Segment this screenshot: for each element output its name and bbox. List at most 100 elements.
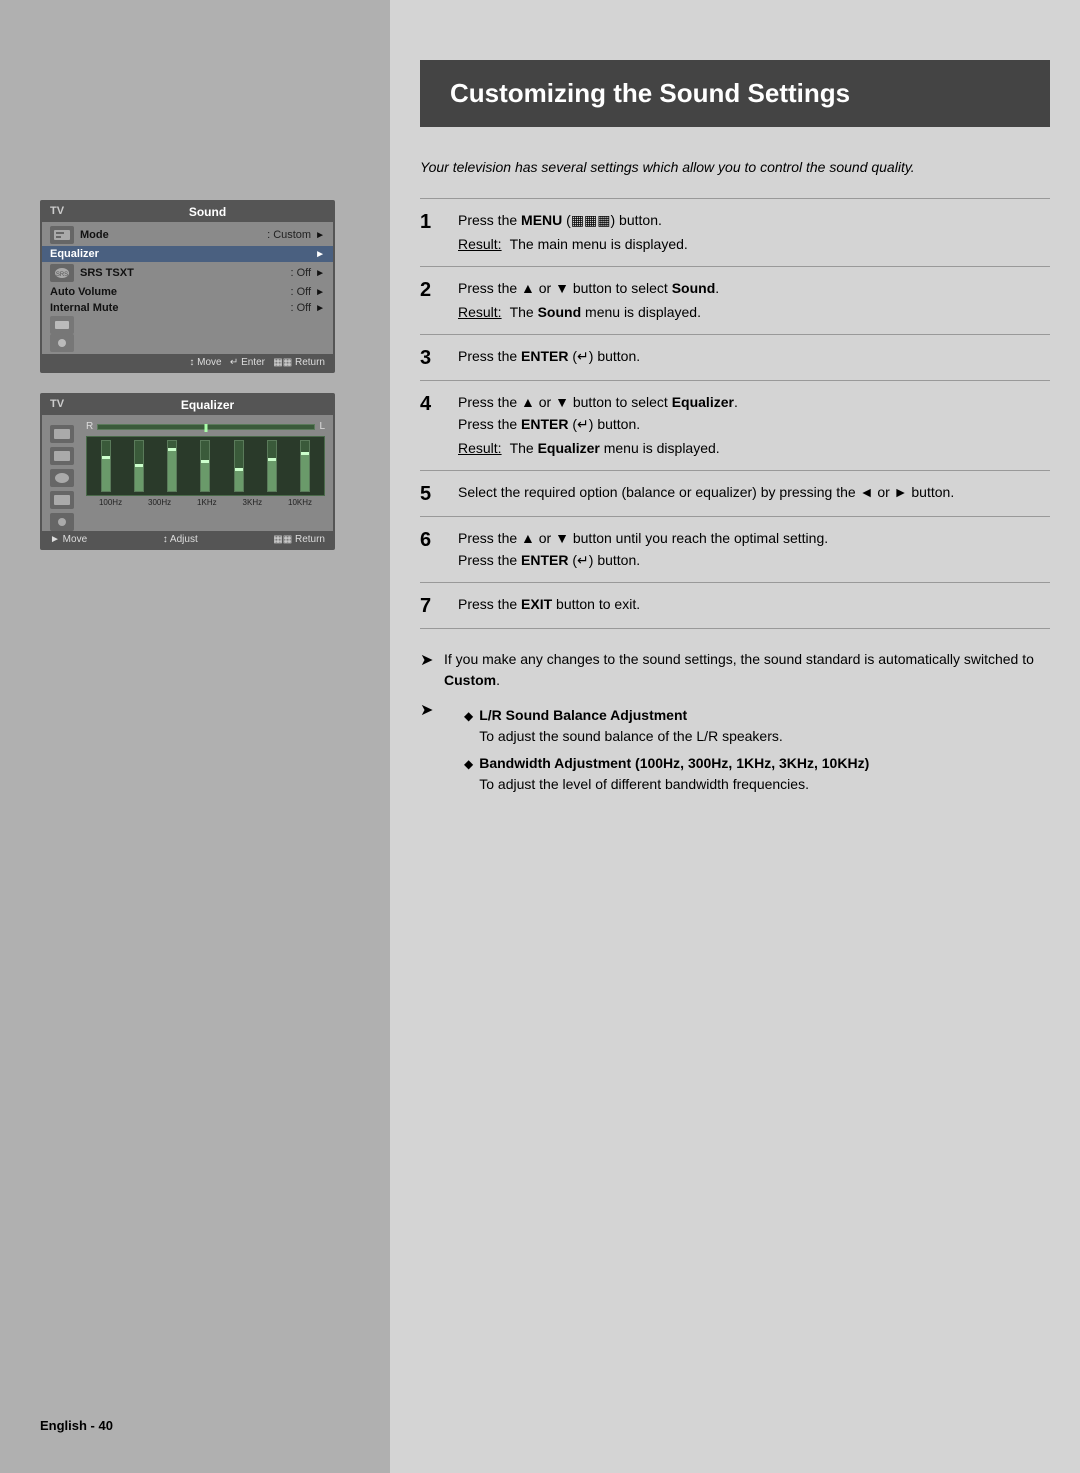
note-2-content: ◆ L/R Sound Balance AdjustmentTo adjust … [444, 699, 1050, 801]
eq-bar-fill-3 [168, 451, 176, 491]
tv-balance-r: R [86, 421, 93, 432]
bullet-bandwidth: ◆ Bandwidth Adjustment (100Hz, 300Hz, 1K… [464, 753, 1050, 795]
eq-bar-handle-5 [235, 468, 243, 471]
tv-row-autovol-arrow: ► [315, 287, 325, 298]
eq-bar-fill-2 [135, 467, 143, 491]
step-2-num: 2 [420, 277, 442, 324]
eq-bar-handle-6 [268, 458, 276, 461]
eq-bar-fill-4 [201, 463, 209, 491]
step-4-content: Press the ▲ or ▼ button to select Equali… [458, 391, 1050, 460]
eq-bar-4 [190, 440, 221, 492]
eq-bar-handle-1 [102, 456, 110, 459]
bullet-bw-text: Bandwidth Adjustment (100Hz, 300Hz, 1KHz… [479, 753, 869, 795]
tv-balance-marker [205, 424, 208, 432]
eq-bar-handle-2 [135, 464, 143, 467]
step-4-result-label: Result: [458, 437, 502, 459]
step-7: 7 Press the EXIT button to exit. [420, 582, 1050, 629]
eq-bar-track-5 [234, 440, 244, 492]
tv-screen1-footer: ↕ Move ↵ Enter ▦▦ Return [42, 354, 333, 371]
step-3-main: Press the ENTER (↵) button. [458, 345, 1050, 367]
eq-bar-track-2 [134, 440, 144, 492]
tv-screen2-title: Equalizer [90, 398, 325, 412]
eq-bar-track-1 [101, 440, 111, 492]
step-2-result: Result: The Sound menu is displayed. [458, 301, 1050, 323]
step-5-content: Select the required option (balance or e… [458, 481, 1050, 506]
step-4-num: 4 [420, 391, 442, 460]
step-2: 2 Press the ▲ or ▼ button to select Soun… [420, 266, 1050, 334]
intro-paragraph: Your television has several settings whi… [420, 157, 1050, 178]
freq-300hz: 300Hz [148, 498, 171, 507]
tv-eq-display-area: R L [86, 421, 325, 531]
step-2-main: Press the ▲ or ▼ button to select Sound. [458, 277, 1050, 299]
page-title: Customizing the Sound Settings [450, 78, 1020, 109]
tv-eq-icon2 [50, 447, 74, 465]
note-1-content: If you make any changes to the sound set… [444, 649, 1050, 691]
main-content: Customizing the Sound Settings Your tele… [390, 0, 1080, 1473]
tv-row-srs-value: : Off [291, 267, 312, 279]
tv-row-mode-value: : Custom [267, 229, 311, 241]
step-6-num: 6 [420, 527, 442, 572]
tv-icon-misc2 [50, 334, 74, 352]
bullet-diamond-1: ◆ [464, 707, 473, 747]
step-1-main: Press the MENU (▦▦▦) button. [458, 209, 1050, 231]
step-3-num: 3 [420, 345, 442, 370]
tv-screen2-footer-move: ► Move [50, 534, 87, 545]
eq-bar-7 [290, 440, 321, 492]
note-2: ➤ ◆ L/R Sound Balance AdjustmentTo adjus… [420, 699, 1050, 801]
step-1-content: Press the MENU (▦▦▦) button. Result: The… [458, 209, 1050, 256]
step-4-result-text: The Equalizer menu is displayed. [510, 437, 720, 459]
eq-bar-track-3 [167, 440, 177, 492]
tv-row-mute-label: Internal Mute [50, 302, 291, 314]
eq-bar-5 [223, 440, 254, 492]
tv-balance-row: R L [86, 421, 325, 432]
step-4: 4 Press the ▲ or ▼ button to select Equa… [420, 380, 1050, 470]
tv-screen1-header: TV Sound [42, 202, 333, 222]
step-1-num: 1 [420, 209, 442, 256]
tv-freq-labels: 100Hz 300Hz 1KHz 3KHz 10KHz [86, 498, 325, 507]
tv-screen2-footer-adjust: ↕ Adjust [163, 534, 198, 545]
freq-10khz: 10KHz [288, 498, 312, 507]
tv-screen1-body: Mode : Custom ► Equalizer ► SRS SRS TSXT… [42, 222, 333, 354]
step-6-main: Press the ▲ or ▼ button until you reach … [458, 527, 1050, 572]
eq-bar-track-4 [200, 440, 210, 492]
tv-icon-misc1 [50, 316, 74, 334]
tv-row-mute: Internal Mute : Off ► [42, 300, 333, 316]
step-1: 1 Press the MENU (▦▦▦) button. Result: T… [420, 198, 1050, 266]
step-7-content: Press the EXIT button to exit. [458, 593, 1050, 618]
tv-screen-sound: TV Sound Mode : Custom ► Equalizer ► [40, 200, 335, 373]
title-bar: Customizing the Sound Settings [420, 60, 1050, 127]
tv-icon-srs: SRS [50, 264, 74, 282]
bullet-list: ◆ L/R Sound Balance AdjustmentTo adjust … [464, 705, 1050, 795]
tv-row-eq-arrow: ► [315, 249, 325, 260]
tv-eq-icon5 [50, 513, 74, 531]
eq-bar-fill-7 [301, 455, 309, 491]
step-2-result-label: Result: [458, 301, 502, 323]
eq-bar-6 [256, 440, 287, 492]
svg-text:SRS: SRS [56, 272, 68, 278]
eq-bar-1 [90, 440, 121, 492]
tv-row-autovol-label: Auto Volume [50, 286, 291, 298]
step-6-content: Press the ▲ or ▼ button until you reach … [458, 527, 1050, 572]
bullet-lr-balance: ◆ L/R Sound Balance AdjustmentTo adjust … [464, 705, 1050, 747]
step-2-content: Press the ▲ or ▼ button to select Sound.… [458, 277, 1050, 324]
step-5-num: 5 [420, 481, 442, 506]
page-footer: English - 40 [40, 1418, 113, 1433]
eq-bar-track-6 [267, 440, 277, 492]
eq-bar-track-7 [300, 440, 310, 492]
tv-row-mode-label: Mode [80, 229, 267, 241]
tv-balance-l: L [319, 421, 325, 432]
eq-bar-3 [157, 440, 188, 492]
steps-container: 1 Press the MENU (▦▦▦) button. Result: T… [420, 198, 1050, 629]
bullet-diamond-2: ◆ [464, 755, 473, 795]
tv-row-equalizer: Equalizer ► [42, 246, 333, 262]
eq-bar-fill-6 [268, 461, 276, 491]
tv-row-mode: Mode : Custom ► [42, 224, 333, 246]
intro-text: Your television has several settings whi… [420, 157, 1050, 178]
tv-balance-bar [97, 424, 315, 430]
tv-row-autovol-value: : Off [291, 286, 312, 298]
tv-screens-container: TV Sound Mode : Custom ► Equalizer ► [40, 200, 335, 550]
tv-row-srs-label: SRS TSXT [80, 267, 291, 279]
tv-row-srs: SRS SRS TSXT : Off ► [42, 262, 333, 284]
freq-1khz: 1KHz [197, 498, 217, 507]
tv-row-mute-arrow: ► [315, 303, 325, 314]
